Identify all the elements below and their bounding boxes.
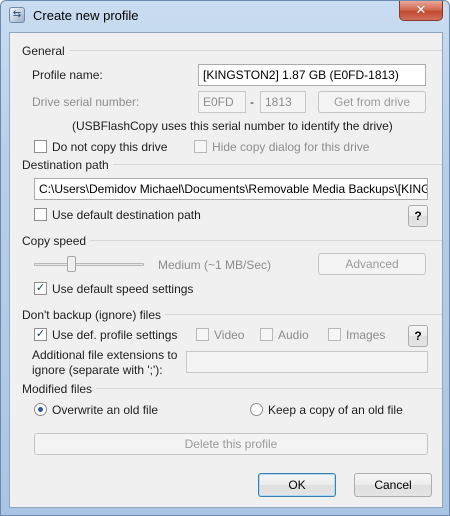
ignore-files-group-title: Don't backup (ignore) files — [22, 308, 166, 322]
speed-group-title: Copy speed — [22, 234, 91, 248]
keep-copy-radio[interactable] — [250, 403, 263, 416]
destination-group: Destination path C:\Users\Demidov Michae… — [22, 158, 442, 236]
use-default-speed-label: Use default speed settings — [52, 282, 194, 296]
extensions-label-line2: ignore (separate with ';'): — [32, 363, 163, 377]
profile-name-label: Profile name: — [32, 68, 103, 82]
video-label: Video — [214, 328, 245, 342]
images-checkbox[interactable] — [328, 328, 341, 341]
overwrite-label: Overwrite an old file — [52, 403, 159, 417]
cancel-button[interactable]: Cancel — [354, 473, 432, 497]
extensions-label: Additional file extensions to ignore (se… — [32, 348, 177, 378]
serial-part1-input[interactable]: E0FD — [198, 91, 246, 113]
video-checkbox[interactable] — [196, 328, 209, 341]
destination-help-button[interactable]: ? — [408, 205, 428, 227]
do-not-copy-checkbox[interactable] — [34, 140, 47, 153]
speed-slider-thumb[interactable] — [67, 256, 77, 272]
overwrite-radio[interactable] — [34, 403, 47, 416]
general-group-title: General — [22, 44, 69, 58]
speed-slider-track[interactable] — [34, 263, 144, 266]
serial-note: (USBFlashCopy uses this serial number to… — [72, 119, 393, 133]
ignore-files-group: Don't backup (ignore) files ✓ Use def. p… — [22, 308, 442, 384]
audio-label: Audio — [278, 328, 309, 342]
do-not-copy-label: Do not copy this drive — [52, 140, 168, 154]
hide-copy-dialog-label: Hide copy dialog for this drive — [212, 140, 370, 154]
window-title: Create new profile — [33, 8, 139, 23]
create-profile-dialog: ⇆ Create new profile ✕ General Profile n… — [0, 0, 450, 516]
modified-files-group: Modified files Overwrite an old file Kee… — [22, 382, 442, 424]
images-label: Images — [346, 328, 386, 342]
destination-group-title: Destination path — [22, 158, 113, 172]
use-default-destination-label: Use default destination path — [52, 208, 201, 222]
get-from-drive-button[interactable]: Get from drive — [318, 91, 426, 113]
ignore-help-button[interactable]: ? — [408, 325, 428, 347]
serial-part2-input[interactable]: 1813 — [260, 91, 306, 113]
serial-dash: - — [250, 95, 254, 109]
use-default-speed-checkbox[interactable]: ✓ — [34, 282, 47, 295]
hide-copy-dialog-checkbox[interactable] — [194, 140, 207, 153]
profile-name-input[interactable]: [KINGSTON2] 1.87 GB (E0FD-1813) — [198, 64, 426, 86]
serial-number-label: Drive serial number: — [32, 95, 140, 109]
use-profile-settings-label: Use def. profile settings — [52, 328, 178, 342]
ok-button[interactable]: OK — [258, 473, 336, 497]
keep-copy-label: Keep a copy of an old file — [268, 403, 403, 417]
close-button[interactable]: ✕ — [399, 1, 443, 21]
use-profile-settings-checkbox[interactable]: ✓ — [34, 328, 47, 341]
use-default-destination-checkbox[interactable] — [34, 208, 47, 221]
speed-group: Copy speed Medium (~1 MB/Sec) Advanced ✓… — [22, 234, 442, 310]
speed-level-label: Medium (~1 MB/Sec) — [158, 258, 272, 272]
extensions-input[interactable] — [186, 351, 428, 373]
dialog-client-area: General Profile name: [KINGSTON2] 1.87 G… — [9, 32, 443, 508]
advanced-speed-button[interactable]: Advanced — [318, 253, 426, 275]
general-group: General Profile name: [KINGSTON2] 1.87 G… — [22, 44, 442, 170]
destination-path-input[interactable]: C:\Users\Demidov Michael\Documents\Remov… — [34, 178, 428, 200]
delete-profile-button[interactable]: Delete this profile — [34, 433, 428, 455]
extensions-label-line1: Additional file extensions to — [32, 348, 178, 362]
audio-checkbox[interactable] — [260, 328, 273, 341]
modified-files-group-title: Modified files — [22, 382, 97, 396]
usb-flash-icon: ⇆ — [9, 7, 25, 23]
title-bar[interactable]: ⇆ Create new profile ✕ — [1, 1, 449, 31]
